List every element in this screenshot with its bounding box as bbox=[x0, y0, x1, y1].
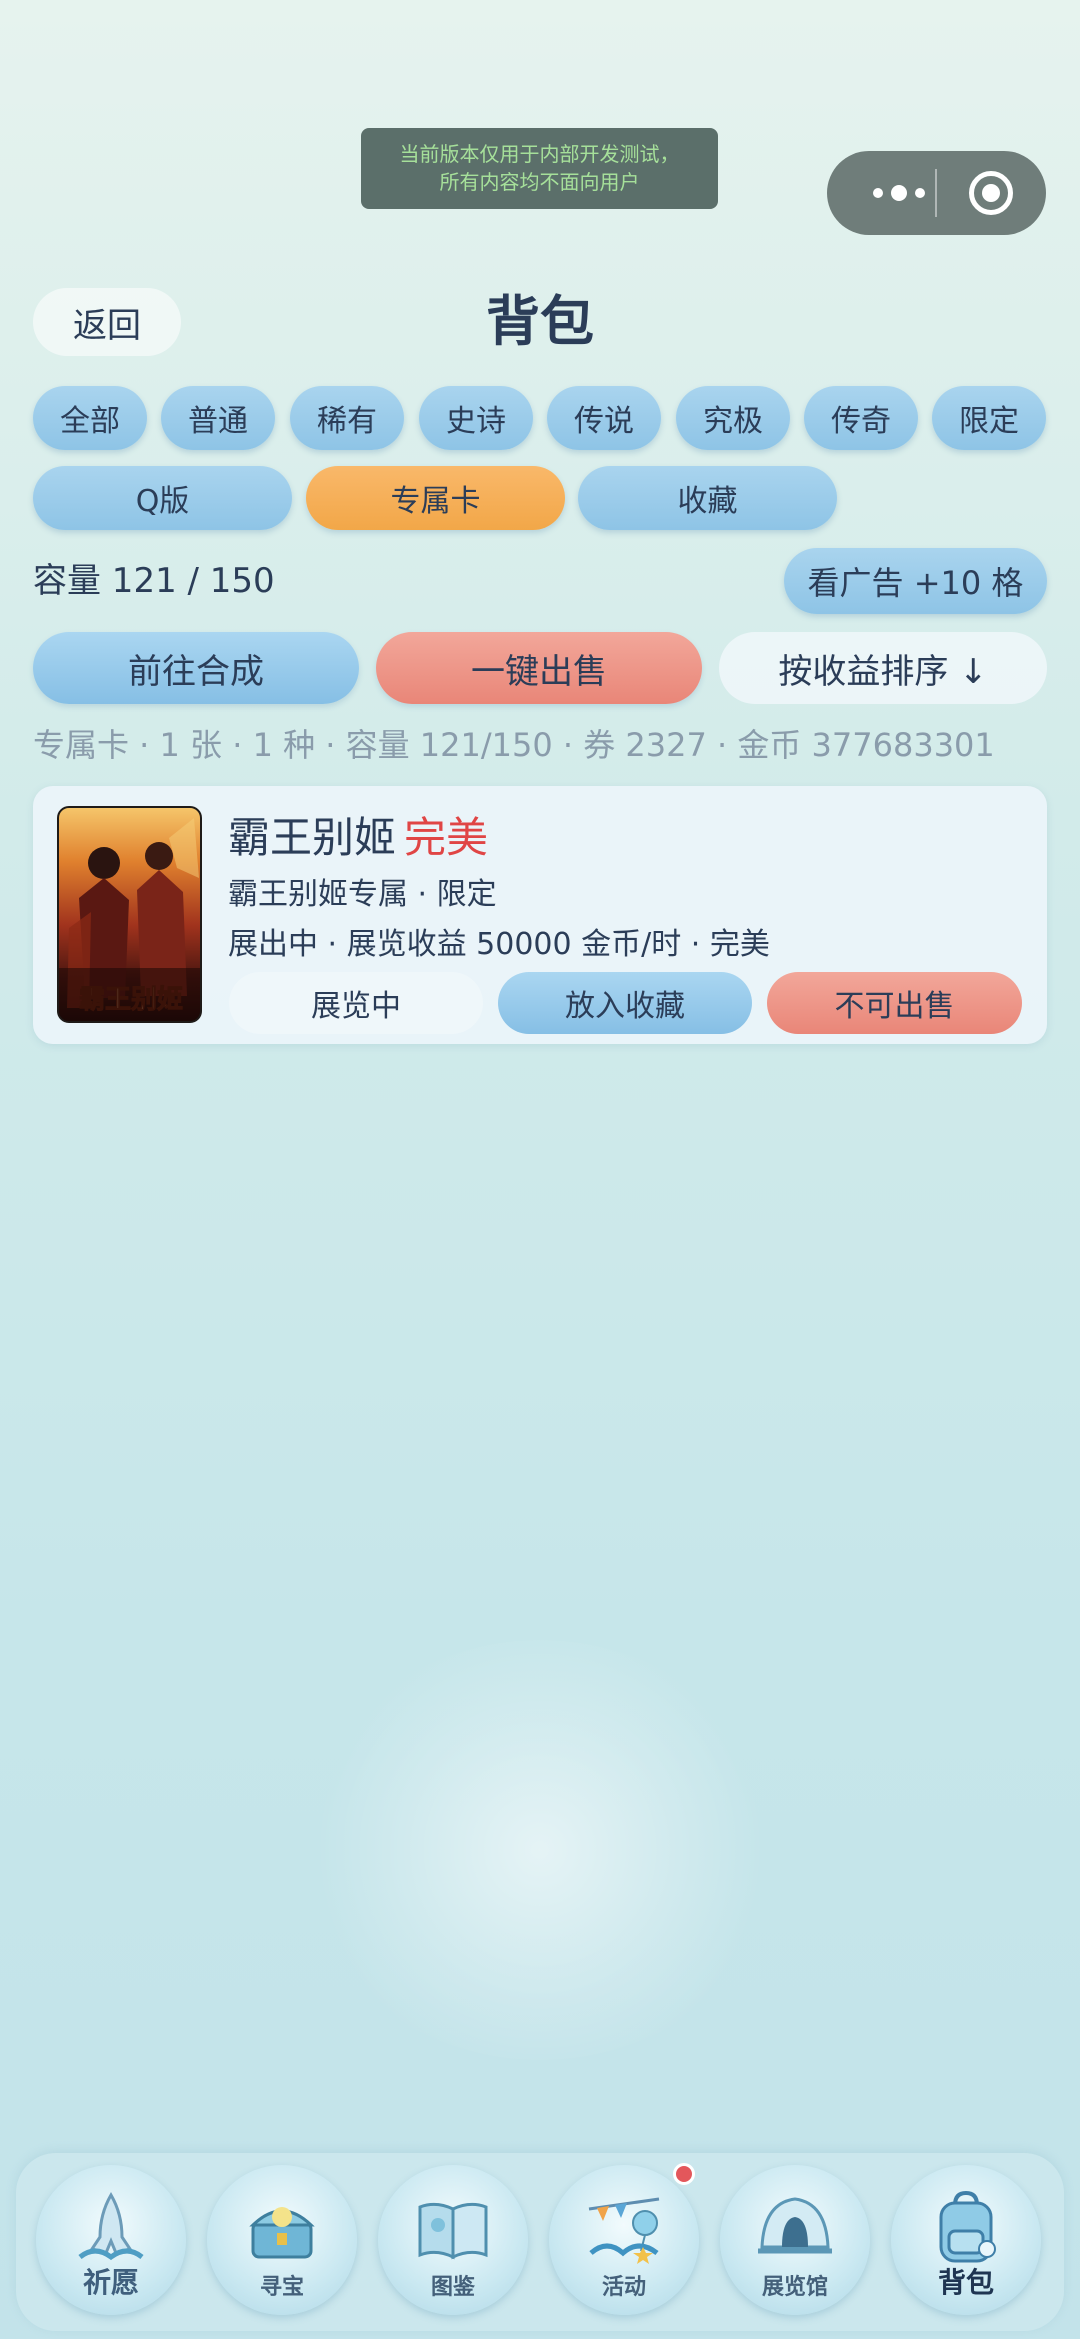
tab-codex[interactable]: 图鉴 bbox=[378, 2165, 528, 2315]
tab-backpack[interactable]: 背包 bbox=[891, 2165, 1041, 2315]
backpack-icon bbox=[925, 2187, 1007, 2269]
synthesize-button[interactable]: 前往合成 bbox=[33, 632, 359, 704]
watch-ad-button[interactable]: 看广告 +10 格 bbox=[784, 548, 1047, 614]
sell-all-button[interactable]: 一键出售 bbox=[376, 632, 702, 704]
capsule-divider bbox=[935, 169, 937, 217]
filter-limited[interactable]: 限定 bbox=[932, 386, 1046, 450]
tab-treasure-label: 寻宝 bbox=[259, 2275, 304, 2300]
open-book-icon bbox=[412, 2187, 494, 2269]
filter-chibi[interactable]: Q版 bbox=[33, 466, 292, 530]
back-button[interactable]: 返回 bbox=[33, 288, 181, 356]
background-glow bbox=[300, 1640, 780, 2060]
tab-exhibition-label: 展览馆 bbox=[761, 2275, 828, 2300]
card-subtitle: 霸王别姬专属 · 限定 bbox=[228, 877, 497, 912]
filter-ultimate[interactable]: 究极 bbox=[676, 386, 790, 450]
sort-button[interactable]: 按收益排序 ↓ bbox=[719, 632, 1047, 704]
card-artwork-caption: 霸王别姬 bbox=[79, 985, 183, 1014]
filter-common[interactable]: 普通 bbox=[161, 386, 275, 450]
dev-notice: 当前版本仅用于内部开发测试， 所有内容均不面向用户 bbox=[361, 128, 718, 209]
filter-rare[interactable]: 稀有 bbox=[290, 386, 404, 450]
treasure-chest-icon bbox=[241, 2187, 323, 2269]
card-info: 展出中 · 展览收益 50000 金币/时 · 完美 bbox=[228, 927, 770, 962]
tab-backpack-label: 背包 bbox=[937, 2266, 994, 2299]
miniprogram-capsule bbox=[827, 151, 1046, 235]
activity-notification-badge bbox=[673, 2163, 695, 2185]
card-quality: 完美 bbox=[404, 813, 489, 862]
balloons-icon bbox=[583, 2187, 665, 2269]
card-item[interactable]: 霸王别姬 霸王别姬 完美 霸王别姬专属 · 限定 展出中 · 展览收益 50000… bbox=[33, 786, 1047, 1044]
dev-notice-line1: 当前版本仅用于内部开发测试， bbox=[399, 142, 680, 166]
tab-wish[interactable]: 祈愿 bbox=[36, 2165, 186, 2315]
card-artwork: 霸王别姬 bbox=[57, 806, 202, 1023]
add-to-favorites-button[interactable]: 放入收藏 bbox=[498, 972, 752, 1034]
praying-hands-icon bbox=[70, 2187, 152, 2269]
tab-codex-label: 图鉴 bbox=[430, 2275, 475, 2300]
filter-mythic[interactable]: 传奇 bbox=[804, 386, 918, 450]
card-name: 霸王别姬 bbox=[228, 813, 397, 862]
filter-all[interactable]: 全部 bbox=[33, 386, 147, 450]
card-title: 霸王别姬 完美 bbox=[228, 808, 488, 868]
inventory-summary: 专属卡 · 1 张 · 1 种 · 容量 121/150 · 券 2327 · … bbox=[33, 726, 995, 764]
tab-treasure[interactable]: 寻宝 bbox=[207, 2165, 357, 2315]
exhibiting-status-button[interactable]: 展览中 bbox=[229, 972, 483, 1034]
filter-legend[interactable]: 传说 bbox=[547, 386, 661, 450]
card-artwork-figures: 霸王别姬 bbox=[59, 818, 200, 1021]
not-sellable-button[interactable]: 不可出售 bbox=[767, 972, 1022, 1034]
capacity-label: 容量 121 / 150 bbox=[33, 561, 275, 601]
more-icon[interactable] bbox=[859, 151, 939, 235]
filter-favorites[interactable]: 收藏 bbox=[578, 466, 837, 530]
shell-hall-icon bbox=[754, 2187, 836, 2269]
close-target-icon[interactable] bbox=[969, 171, 1013, 215]
tab-wish-label: 祈愿 bbox=[82, 2266, 139, 2299]
tab-activity[interactable]: 活动 bbox=[549, 2163, 699, 2315]
page-title: 背包 bbox=[486, 290, 594, 353]
bottom-tabbar: 祈愿 寻宝 图鉴 活动 展览馆 背包 bbox=[16, 2153, 1064, 2331]
tab-exhibition[interactable]: 展览馆 bbox=[720, 2165, 870, 2315]
filter-epic[interactable]: 史诗 bbox=[419, 386, 533, 450]
filter-exclusive[interactable]: 专属卡 bbox=[306, 466, 565, 530]
dev-notice-line2: 所有内容均不面向用户 bbox=[439, 170, 640, 194]
tab-activity-label: 活动 bbox=[601, 2275, 646, 2300]
